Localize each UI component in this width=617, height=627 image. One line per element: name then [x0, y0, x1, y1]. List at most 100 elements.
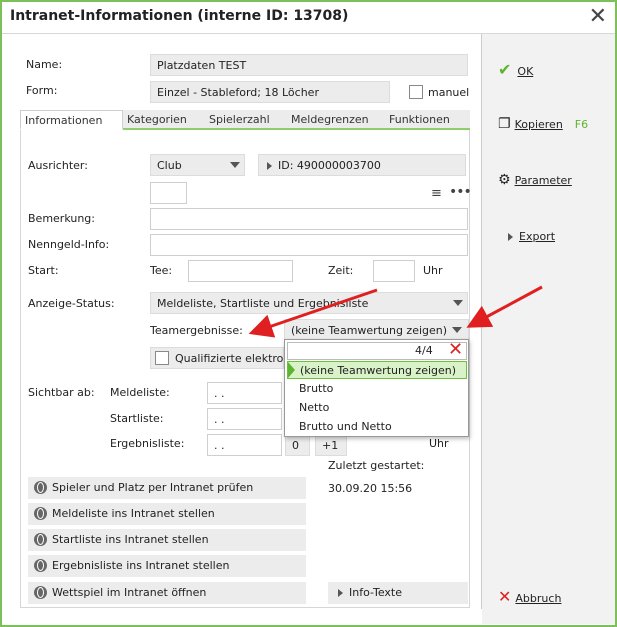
list-icon[interactable]: ≡: [431, 186, 442, 201]
name-label: Name:: [26, 58, 63, 71]
more-icon[interactable]: •••: [449, 184, 472, 200]
manuel-checkbox[interactable]: [409, 85, 423, 99]
action-pruefen-label: Spieler und Platz per Intranet prüfen: [52, 481, 254, 494]
anzeige-select[interactable]: Meldeliste, Startliste und Ergebnisliste: [150, 292, 468, 314]
info-texte-label: Info-Texte: [349, 586, 402, 599]
ok-button[interactable]: ✔ OK: [498, 60, 533, 79]
dropdown-option[interactable]: Brutto: [287, 380, 467, 398]
gear-icon: ⚙: [498, 172, 511, 188]
ergebnis-uhr-label: Uhr: [429, 437, 449, 450]
check-icon: ✔: [498, 60, 512, 79]
dropdown-option[interactable]: Brutto und Netto: [287, 418, 467, 436]
expand-arrow-icon: [338, 589, 343, 597]
dropdown-option[interactable]: Netto: [287, 399, 467, 417]
action-startliste-button[interactable]: Startliste ins Intranet stellen: [28, 529, 306, 551]
kopieren-shortcut: F6: [574, 118, 589, 131]
expand-arrow-icon: [267, 162, 272, 170]
expand-arrow-icon: [508, 233, 513, 241]
kopieren-button[interactable]: ❐ Kopieren F6: [498, 116, 588, 132]
manuel-label: manuel: [428, 86, 470, 99]
sichtbar-label: Sichtbar ab:: [28, 386, 95, 399]
chevron-down-icon: [452, 327, 462, 333]
tab-bar: Informationen Kategorien Spielerzahl Mel…: [20, 110, 470, 130]
zuletzt-value: 30.09.20 15:56: [328, 482, 413, 495]
kopieren-label: Kopieren: [514, 118, 563, 131]
startliste-date-field[interactable]: . .: [207, 408, 282, 430]
team-select[interactable]: (keine Teamwertung zeigen): [284, 319, 469, 341]
dropdown-count: 4/4: [415, 344, 433, 357]
meldeliste-date-field[interactable]: . .: [207, 382, 282, 404]
action-startliste-label: Startliste ins Intranet stellen: [52, 533, 209, 546]
dropdown-option-label: Netto: [299, 401, 330, 414]
nenngeld-field[interactable]: [150, 234, 468, 256]
startliste-label: Startliste:: [110, 412, 164, 425]
name-field[interactable]: Platzdaten TEST: [150, 54, 468, 76]
globe-icon: [34, 586, 47, 599]
action-ergebnisliste-button[interactable]: Ergebnisliste ins Intranet stellen: [28, 555, 306, 577]
ausrichter-extra-field[interactable]: [150, 182, 187, 204]
abbruch-button[interactable]: ✕ Abbruch: [498, 587, 561, 606]
tee-label: Tee:: [150, 264, 173, 277]
dropdown-option-label: (keine Teamwertung zeigen): [300, 364, 457, 377]
parameter-button[interactable]: ⚙ Parameter: [498, 172, 572, 188]
action-ergebnisliste-label: Ergebnisliste ins Intranet stellen: [52, 559, 230, 572]
selected-marker-icon: [288, 362, 295, 378]
chevron-down-icon: [230, 162, 240, 168]
tab-informationen[interactable]: Informationen: [20, 110, 123, 130]
dropdown-option-label: Brutto: [299, 382, 334, 395]
abbruch-label: Abbruch: [515, 592, 562, 605]
zuletzt-label: Zuletzt gestartet:: [328, 459, 425, 472]
cancel-icon: ✕: [498, 587, 512, 606]
meldeliste-label: Meldeliste:: [110, 386, 170, 399]
nenngeld-label: Nenngeld-Info:: [28, 238, 110, 251]
clear-icon[interactable]: ✕: [448, 339, 463, 360]
dropdown-option[interactable]: (keine Teamwertung zeigen): [287, 361, 467, 379]
team-value: (keine Teamwertung zeigen): [291, 324, 448, 337]
team-dropdown-list: 4/4 ✕ (keine Teamwertung zeigen) Brutto …: [284, 339, 469, 437]
form-label: Form:: [26, 84, 58, 97]
tab-funktionen[interactable]: Funktionen: [385, 110, 470, 130]
zeit-field[interactable]: [373, 260, 415, 282]
export-button[interactable]: Export: [508, 230, 555, 243]
form-field[interactable]: Einzel - Stableford; 18 Löcher: [150, 81, 390, 103]
globe-icon: [34, 559, 47, 572]
ok-label: OK: [517, 65, 534, 78]
close-icon[interactable]: ✕: [589, 4, 607, 30]
globe-icon: [34, 507, 47, 520]
team-label: Teamergebnisse:: [150, 324, 243, 337]
anzeige-value: Meldeliste, Startliste und Ergebnisliste: [157, 297, 369, 310]
action-sidebar: ✔ OK ❐ Kopieren F6 ⚙ Parameter Export ✕ Abbru…: [482, 34, 615, 624]
id-field[interactable]: ID: 490000003700: [258, 154, 466, 176]
dialog-window: Intranet-Informationen (interne ID: 1370…: [0, 0, 617, 627]
id-value: ID: 490000003700: [278, 159, 381, 172]
tab-meldegrenzen[interactable]: Meldegrenzen: [287, 110, 385, 130]
action-meldeliste-button[interactable]: Meldeliste ins Intranet stellen: [28, 503, 306, 525]
action-wettspiel-label: Wettspiel im Intranet öffnen: [52, 586, 207, 599]
chevron-down-icon: [453, 300, 463, 306]
dropdown-search-input[interactable]: [287, 342, 467, 360]
tab-kategorien[interactable]: Kategorien: [123, 110, 205, 130]
parameter-label: Parameter: [514, 174, 572, 187]
qualifiziert-toggle[interactable]: Qualifizierte elektron: [150, 347, 284, 369]
qualifiziert-label: Qualifizierte elektron: [175, 352, 284, 365]
ergebnisliste-label: Ergebnisliste:: [110, 437, 185, 450]
action-wettspiel-button[interactable]: Wettspiel im Intranet öffnen: [28, 582, 306, 604]
ergebnisliste-date-field[interactable]: . .: [207, 434, 282, 456]
dropdown-option-label: Brutto und Netto: [299, 420, 392, 433]
uhr-label: Uhr: [423, 264, 443, 277]
ergebnis-offset-zero[interactable]: 0: [285, 434, 310, 456]
copy-icon: ❐: [498, 116, 511, 132]
title-bar: Intranet-Informationen (interne ID: 1370…: [2, 2, 615, 34]
bemerkung-label: Bemerkung:: [28, 212, 95, 225]
tab-spielerzahl[interactable]: Spielerzahl: [205, 110, 287, 130]
info-texte-button[interactable]: Info-Texte: [328, 582, 468, 604]
zeit-label: Zeit:: [328, 264, 354, 277]
action-pruefen-button[interactable]: Spieler und Platz per Intranet prüfen: [28, 477, 306, 499]
start-label: Start:: [28, 264, 59, 277]
export-label: Export: [519, 230, 556, 243]
bemerkung-field[interactable]: [150, 208, 468, 230]
ergebnis-offset-plus[interactable]: +1: [315, 434, 347, 456]
window-title: Intranet-Informationen (interne ID: 1370…: [10, 8, 349, 24]
tee-field[interactable]: [188, 260, 293, 282]
qualifiziert-checkbox[interactable]: [155, 351, 169, 365]
